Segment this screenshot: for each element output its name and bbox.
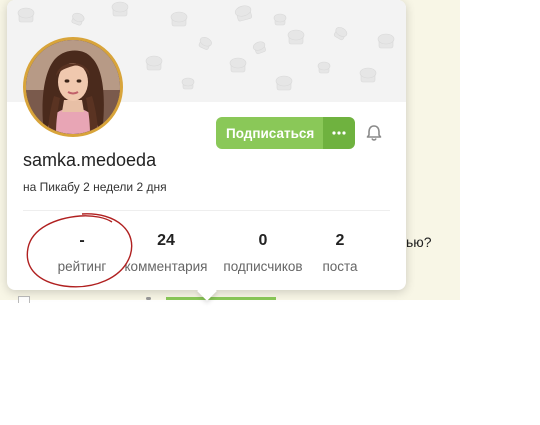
notification-bell-button[interactable] <box>365 124 383 142</box>
profile-username[interactable]: samka.medoeda <box>23 150 156 171</box>
stat-value: 24 <box>157 232 175 249</box>
stat-label: подписчиков <box>223 259 303 274</box>
profile-member-since: на Пикабу 2 недели 2 дня <box>23 180 167 194</box>
stat-label: рейтинг <box>57 259 107 274</box>
stat-rating[interactable]: - рейтинг <box>52 231 112 277</box>
profile-popup-card: Подписаться samka.medoeda на Пикабу 2 не… <box>7 0 406 301</box>
stat-comments[interactable]: 24 комментария <box>118 231 214 277</box>
more-options-button[interactable] <box>323 117 355 149</box>
stat-label: поста <box>322 259 358 274</box>
bell-icon <box>366 125 382 141</box>
stat-subscribers[interactable]: 0 подписчиков <box>215 231 311 277</box>
stat-label: комментария <box>124 259 208 274</box>
avatar[interactable] <box>23 37 123 137</box>
popup-pointer-mask <box>187 276 227 290</box>
stats-divider <box>23 210 390 211</box>
stat-posts[interactable]: 2 поста <box>310 231 370 277</box>
background-checkbox[interactable] <box>18 296 30 303</box>
avatar-portrait-image <box>26 40 120 134</box>
stat-value: - <box>79 232 85 249</box>
stat-value: 0 <box>258 232 268 249</box>
background-dot <box>146 297 151 300</box>
subscribe-button[interactable]: Подписаться <box>216 117 323 149</box>
stat-value: 2 <box>335 232 345 249</box>
dots-horizontal-icon <box>332 131 346 135</box>
profile-actions: Подписаться <box>216 117 355 149</box>
background-green-bar <box>166 297 276 300</box>
background-text: ью? <box>406 234 432 250</box>
